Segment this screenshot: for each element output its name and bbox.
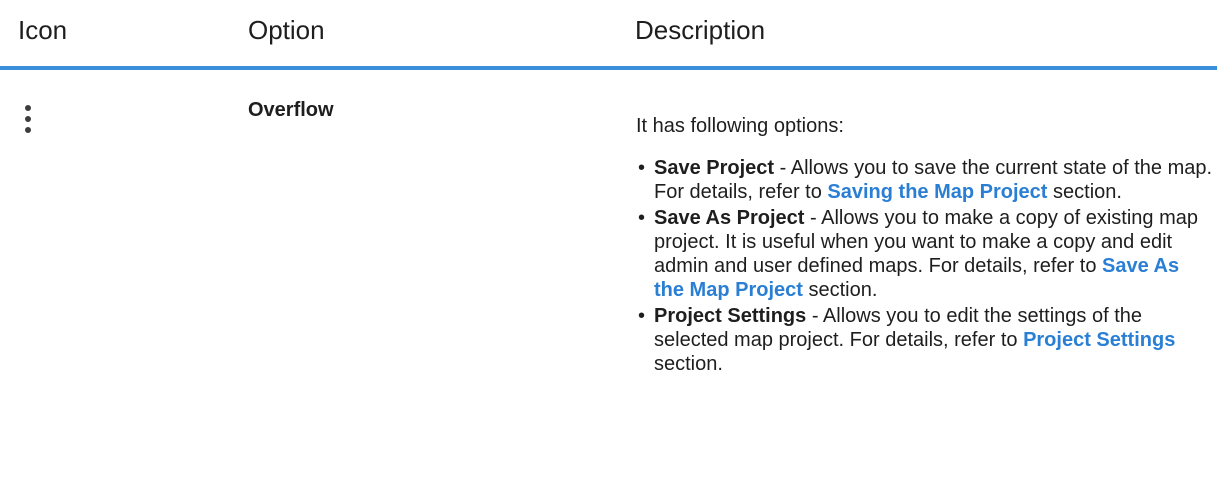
bullet: • xyxy=(638,207,646,229)
table-header: Icon Option Description xyxy=(0,0,1217,70)
link-saving-the-map-project[interactable]: Saving the Map Project xyxy=(827,181,1047,203)
header-option-column: Option xyxy=(248,15,325,45)
header-icon-column: Icon xyxy=(18,15,68,45)
link-project-settings[interactable]: Project Settings xyxy=(1023,329,1175,351)
option-text-end: section. xyxy=(1047,181,1122,203)
option-term: Project Settings xyxy=(654,305,807,327)
option-text-end: section. xyxy=(654,353,723,375)
option-description: It has following options: • Save Project… xyxy=(636,114,1214,378)
list-item-project-settings: • Project Settings - Allows you to edit … xyxy=(636,304,1214,376)
description-intro: It has following options: xyxy=(636,115,844,137)
option-term: Save Project xyxy=(654,157,775,179)
list-item-save-project: • Save Project - Allows you to save the … xyxy=(636,156,1214,204)
table-row: Overflow It has following options: • Sav… xyxy=(0,70,1217,502)
options-list: • Save Project - Allows you to save the … xyxy=(636,156,1214,376)
header-description-column: Description xyxy=(635,15,766,45)
bullet: • xyxy=(638,157,646,179)
kebab-menu-icon xyxy=(21,105,37,137)
option-text-end: section. xyxy=(802,279,878,301)
option-term: Save As Project xyxy=(654,207,805,229)
list-item-save-as-project: • Save As Project - Allows you to make a… xyxy=(636,206,1214,302)
bullet: • xyxy=(638,305,646,327)
option-name: Overflow xyxy=(248,99,334,121)
options-table: Icon Option Description Overflow It has … xyxy=(0,0,1217,502)
